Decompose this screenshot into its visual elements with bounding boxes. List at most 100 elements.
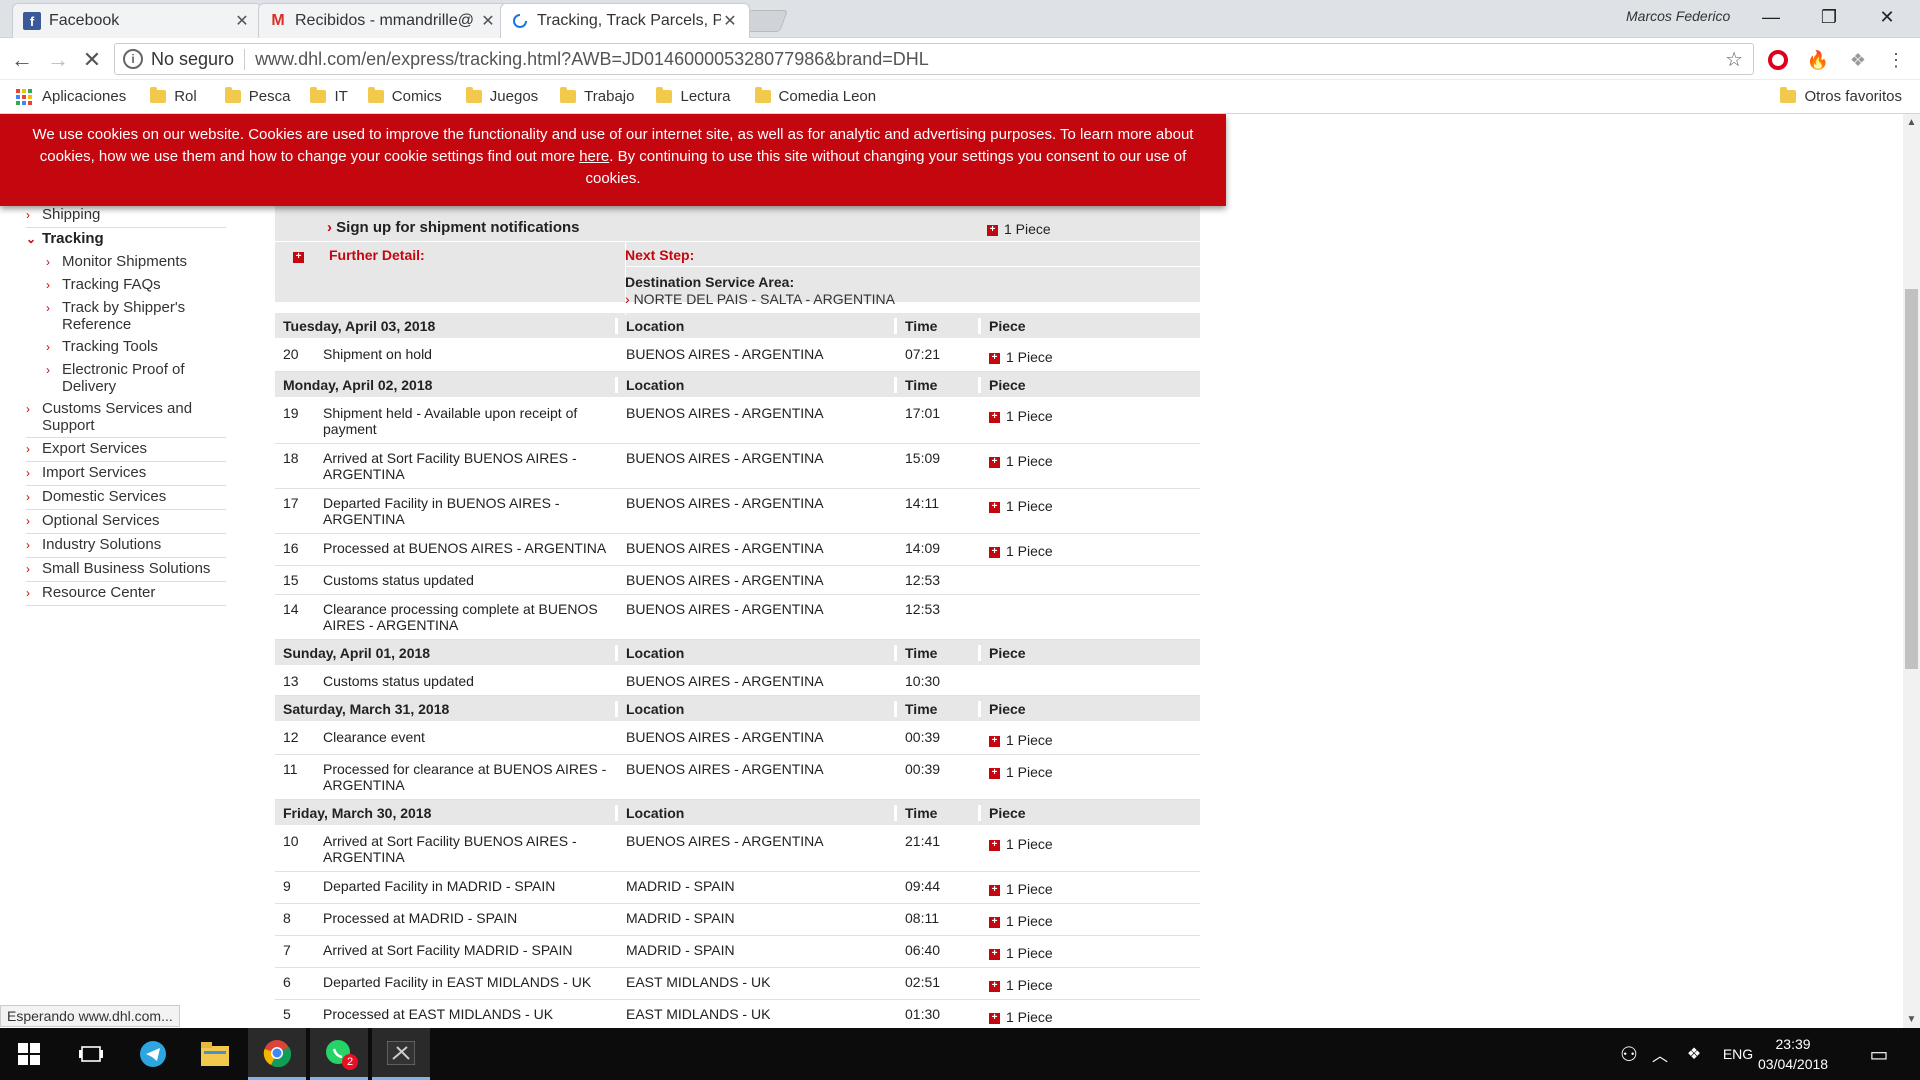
sidebar-item[interactable]: › Domestic Services <box>26 486 226 510</box>
sidebar-item[interactable]: › Monitor Shipments <box>26 251 226 274</box>
opera-icon[interactable] <box>1766 48 1790 72</box>
bookmark-folder[interactable]: Comedia Leon <box>754 87 876 105</box>
sidebar-item[interactable]: ⌄ Tracking <box>26 228 226 251</box>
tab-dhl-tracking[interactable]: Tracking, Track Parcels, P ✕ <box>500 3 750 38</box>
windows-start-icon[interactable] <box>0 1028 58 1080</box>
profile-name[interactable]: Marcos Federico <box>1626 8 1730 24</box>
fire-extension-icon[interactable]: 🔥 <box>1806 48 1830 72</box>
bookmark-folder[interactable]: Rol <box>150 87 197 105</box>
sidebar-item[interactable]: › Export Services <box>26 438 226 462</box>
expand-icon: + <box>989 884 1000 896</box>
event-time: 12:53 <box>897 566 981 594</box>
expand-icon: + <box>989 501 1000 513</box>
piece-text: 1 Piece <box>1006 977 1053 993</box>
vertical-scrollbar[interactable]: ▲ ▼ <box>1903 114 1920 1028</box>
bookmark-folder[interactable]: Trabajo <box>560 87 634 105</box>
telegram-icon[interactable] <box>124 1028 182 1080</box>
chrome-taskbar-icon[interactable] <box>248 1028 306 1080</box>
file-explorer-icon[interactable] <box>186 1028 244 1080</box>
sidebar-item[interactable]: › Electronic Proof of Delivery <box>26 359 226 398</box>
event-number: 16 <box>283 540 299 556</box>
event-piece[interactable]: +1 Piece <box>981 489 1200 533</box>
bookmark-other[interactable]: Otros favoritos <box>1780 87 1902 105</box>
close-icon[interactable]: ✕ <box>233 11 251 31</box>
event-piece[interactable]: +1 Piece <box>981 872 1200 903</box>
event-piece[interactable]: +1 Piece <box>981 936 1200 967</box>
close-icon[interactable]: ✕ <box>721 11 739 31</box>
sidebar-item[interactable]: › Tracking Tools <box>26 336 226 359</box>
dropbox-icon[interactable]: ❖ <box>1846 48 1870 72</box>
event-time: 21:41 <box>897 827 981 871</box>
event-piece[interactable]: +1 Piece <box>981 399 1200 443</box>
menu-icon[interactable]: ⋮ <box>1884 48 1908 72</box>
scrollbar-thumb[interactable] <box>1905 289 1918 669</box>
cookie-here-link[interactable]: here <box>579 148 609 165</box>
tab-title: Tracking, Track Parcels, P <box>537 12 721 29</box>
tab-gmail[interactable]: M Recibidos - mmandrille@ ✕ <box>258 3 508 38</box>
event-piece[interactable]: +1 Piece <box>981 1000 1200 1028</box>
expand-icon: + <box>989 352 1000 364</box>
bookmark-folder[interactable]: Comics <box>367 87 442 105</box>
signup-link[interactable]: › Sign up for shipment notifications <box>327 219 580 236</box>
bookmark-folder[interactable]: IT <box>310 87 348 105</box>
language-indicator[interactable]: ENG <box>1714 1028 1762 1080</box>
restore-icon[interactable]: ❐ <box>1800 0 1858 34</box>
dropbox-tray-icon[interactable]: ❖ <box>1676 1028 1712 1080</box>
event-number: 18 <box>283 450 299 466</box>
forward-icon[interactable]: → <box>44 46 72 74</box>
chevron-right-icon: › <box>46 278 50 292</box>
url-text[interactable]: www.dhl.com/en/express/tracking.html?AWB… <box>255 49 1725 70</box>
bookmark-folder[interactable]: Pesca <box>224 87 290 105</box>
event-piece[interactable]: +1 Piece <box>981 444 1200 488</box>
event-piece[interactable]: +1 Piece <box>981 755 1200 799</box>
snipping-tool-icon[interactable] <box>372 1028 430 1080</box>
event-piece[interactable]: +1 Piece <box>981 723 1200 754</box>
event-piece <box>981 667 1200 695</box>
bookmark-star-icon[interactable]: ☆ <box>1725 47 1753 72</box>
event-number: 17 <box>283 495 299 511</box>
minimize-icon[interactable]: — <box>1742 0 1800 34</box>
event-piece[interactable]: +1 Piece <box>981 340 1200 371</box>
back-icon[interactable]: ← <box>8 46 36 74</box>
stop-icon[interactable]: ✕ <box>78 46 106 74</box>
system-clock[interactable]: 23:39 03/04/2018 <box>1758 1034 1828 1074</box>
window-close-icon[interactable]: ✕ <box>1858 0 1916 34</box>
sidebar-item[interactable]: › Track by Shipper's Reference <box>26 297 226 336</box>
folder-icon <box>465 87 482 103</box>
further-detail-toggle[interactable]: + <box>293 248 310 264</box>
tab-facebook[interactable]: f Facebook ✕ <box>12 3 262 38</box>
sidebar-item[interactable]: › Small Business Solutions <box>26 558 226 582</box>
bookmark-folder[interactable]: Juegos <box>465 87 538 105</box>
scroll-up-icon[interactable]: ▲ <box>1903 114 1920 131</box>
bookmark-folder[interactable]: Lectura <box>656 87 731 105</box>
address-bar[interactable]: i No seguro www.dhl.com/en/express/track… <box>114 43 1754 75</box>
event-time: 00:39 <box>897 723 981 754</box>
bookmark-apps[interactable]: Aplicaciones <box>16 88 126 105</box>
whatsapp-icon[interactable]: 2 <box>310 1028 368 1080</box>
piece-text: 1 Piece <box>1006 408 1053 424</box>
event-piece[interactable]: +1 Piece <box>981 534 1200 565</box>
sidebar-item[interactable]: › Industry Solutions <box>26 534 226 558</box>
sidebar-item[interactable]: › Shipping <box>26 204 226 228</box>
event-piece[interactable]: +1 Piece <box>981 968 1200 999</box>
info-icon[interactable]: i <box>123 49 143 69</box>
expand-icon: + <box>989 948 1000 960</box>
sidebar-item[interactable]: › Resource Center <box>26 582 226 606</box>
sidebar-item[interactable]: › Import Services <box>26 462 226 486</box>
event-description: Processed at BUENOS AIRES - ARGENTINA <box>323 540 607 556</box>
action-center-icon[interactable]: ▭ <box>1850 1028 1908 1080</box>
piece-text: 1 Piece <box>1006 881 1053 897</box>
event-piece[interactable]: +1 Piece <box>981 827 1200 871</box>
sidebar-item[interactable]: › Optional Services <box>26 510 226 534</box>
scroll-down-icon[interactable]: ▼ <box>1903 1011 1920 1028</box>
location-header: Location <box>618 376 897 393</box>
further-detail-label[interactable]: Further Detail: <box>329 247 425 263</box>
close-icon[interactable]: ✕ <box>479 11 497 31</box>
sidebar-item[interactable]: › Customs Services and Support <box>26 398 226 438</box>
info-piece[interactable]: +1 Piece <box>987 221 1051 237</box>
chevron-up-icon[interactable]: ︿ <box>1640 1028 1680 1080</box>
sidebar-item[interactable]: › Tracking FAQs <box>26 274 226 297</box>
task-view-icon[interactable] <box>62 1028 120 1080</box>
event-number: 15 <box>283 572 299 588</box>
event-piece[interactable]: +1 Piece <box>981 904 1200 935</box>
